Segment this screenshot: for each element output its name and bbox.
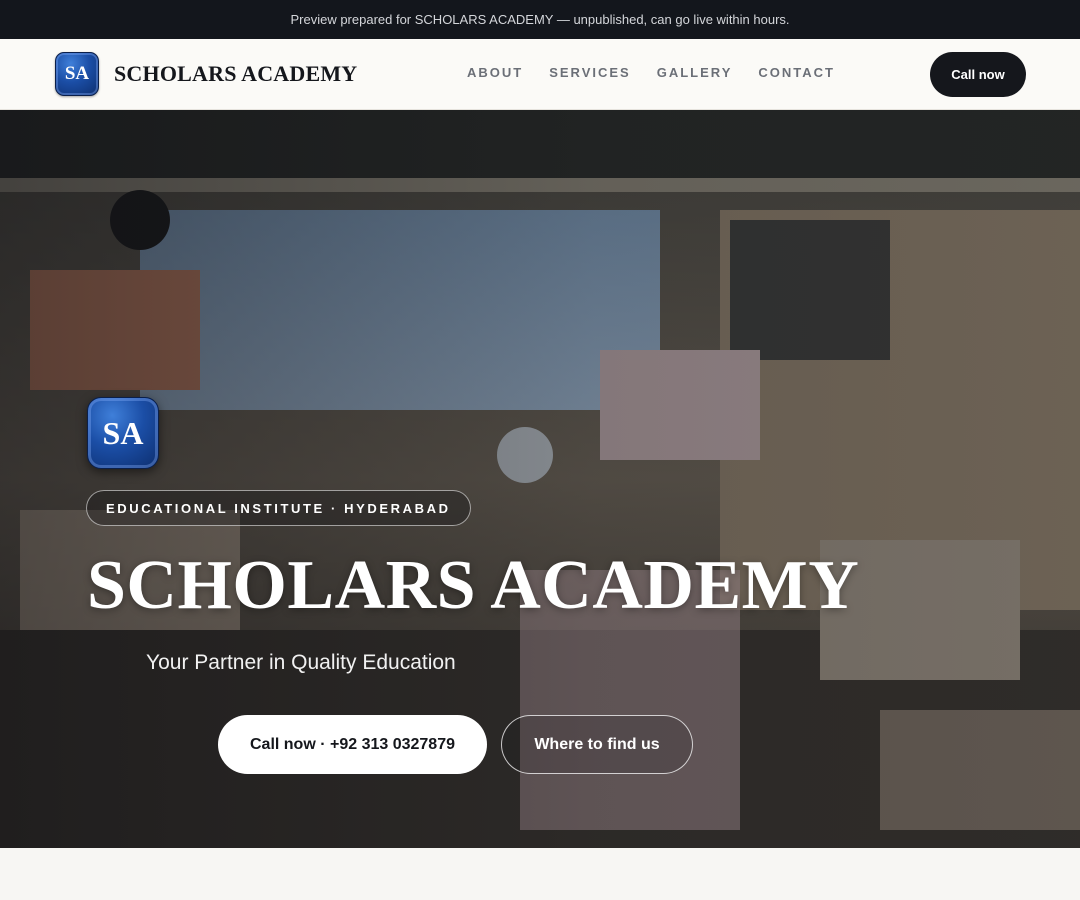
site-header: SA SCHOLARS ACADEMY ABOUT SERVICES GALLE… xyxy=(0,39,1080,110)
hero-logo-icon: SA xyxy=(87,397,159,469)
header-call-button[interactable]: Call now xyxy=(930,52,1026,97)
preview-banner: Preview prepared for SCHOLARS ACADEMY — … xyxy=(0,0,1080,39)
preview-banner-text: Preview prepared for SCHOLARS ACADEMY — … xyxy=(290,12,790,27)
nav-link-gallery[interactable]: GALLERY xyxy=(657,65,733,80)
next-section xyxy=(0,848,1080,900)
hero-title: SCHOLARS ACADEMY xyxy=(87,547,860,624)
find-us-button[interactable]: Where to find us xyxy=(501,715,693,774)
logo-icon[interactable]: SA xyxy=(55,52,99,96)
brand-name[interactable]: SCHOLARS ACADEMY xyxy=(114,61,357,87)
nav-link-services[interactable]: SERVICES xyxy=(549,65,631,80)
hero-eyebrow: EDUCATIONAL INSTITUTE · HYDERABAD xyxy=(86,490,471,526)
nav-link-about[interactable]: ABOUT xyxy=(467,65,523,80)
nav-link-contact[interactable]: CONTACT xyxy=(758,65,835,80)
hero-call-button[interactable]: Call now · +92 313 0327879 xyxy=(218,715,487,774)
hero-section: SA EDUCATIONAL INSTITUTE · HYDERABAD SCH… xyxy=(0,110,1080,848)
hero-subtitle: Your Partner in Quality Education xyxy=(146,651,456,674)
main-nav: ABOUT SERVICES GALLERY CONTACT xyxy=(467,65,861,80)
